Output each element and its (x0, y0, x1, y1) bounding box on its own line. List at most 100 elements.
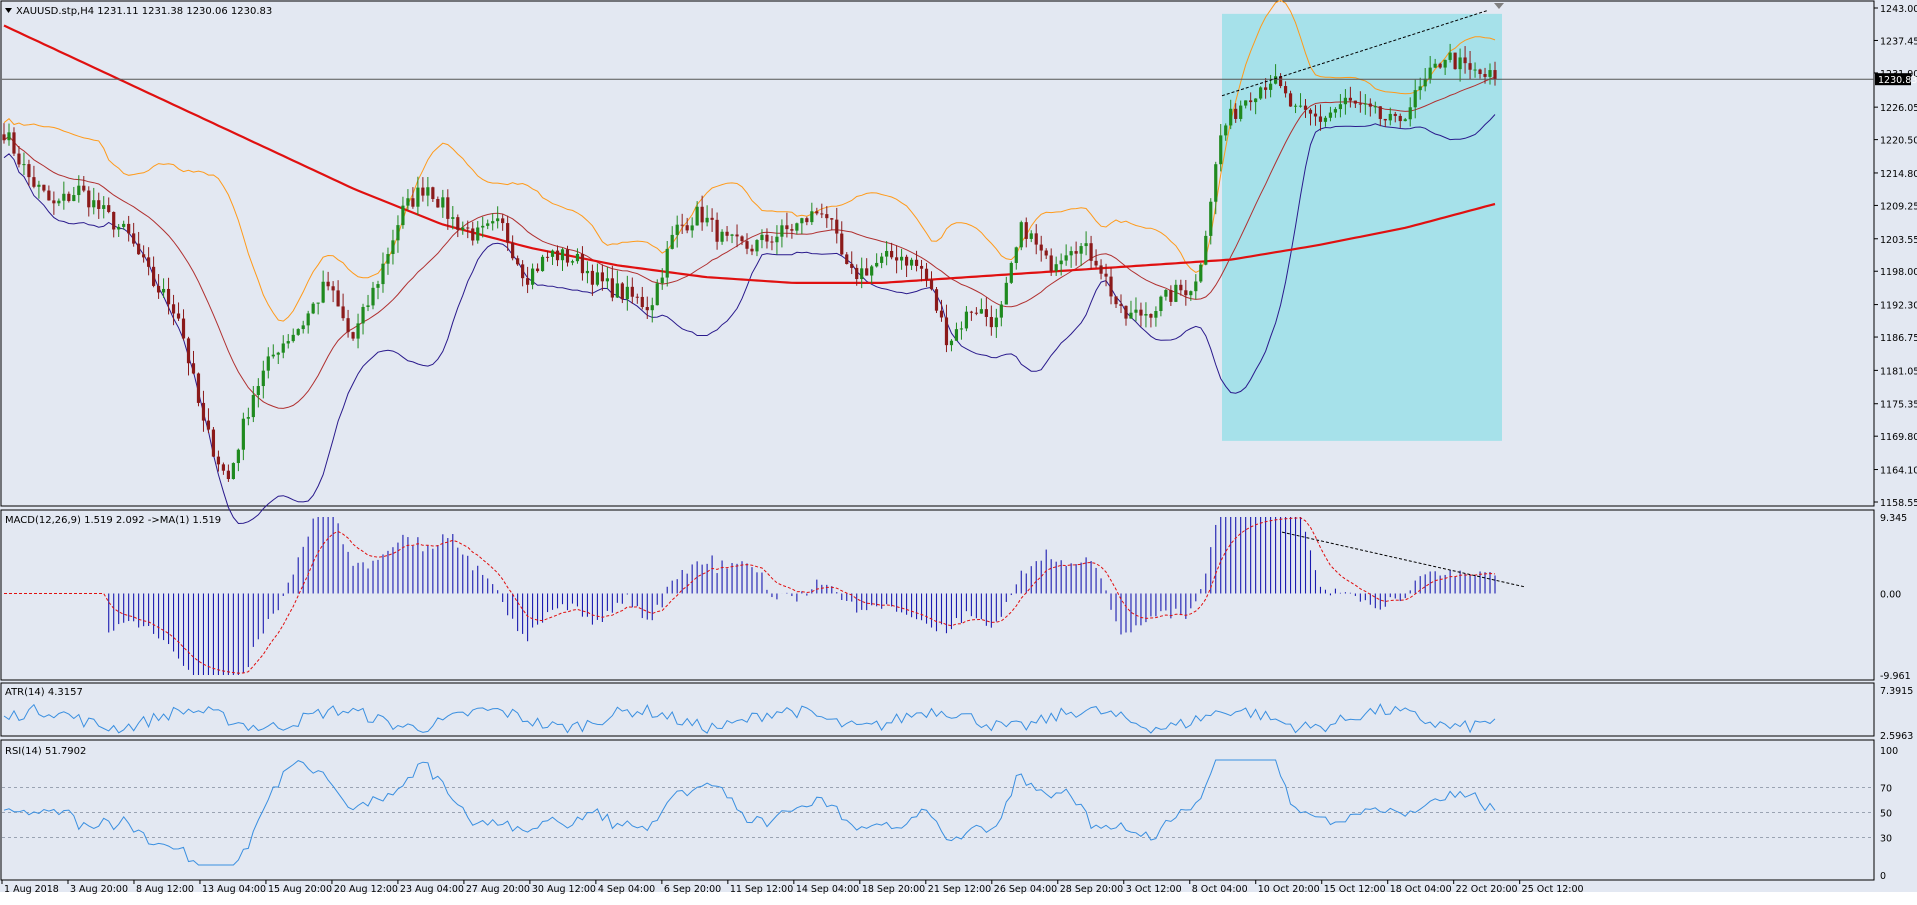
candle-body (1383, 118, 1387, 121)
candle-body (57, 200, 61, 204)
candle[interactable] (231, 462, 235, 480)
candle-body (680, 224, 684, 226)
candle-body (715, 219, 719, 242)
candle-body (545, 256, 550, 258)
candle-body (670, 234, 674, 249)
candle-body (1488, 70, 1492, 77)
candle-body (1463, 57, 1467, 64)
candle-body (1378, 106, 1382, 119)
candle-body (281, 343, 285, 353)
candle[interactable] (296, 328, 300, 336)
candle[interactable] (540, 254, 545, 272)
candle-body (181, 318, 186, 339)
candle-body (1219, 135, 1223, 165)
chart-canvas[interactable]: 1243.001237.451231.901226.051220.501214.… (0, 0, 1917, 901)
candle-body (1343, 97, 1348, 105)
candle-body (1264, 87, 1268, 90)
candle-body (675, 224, 679, 235)
candle-body (391, 240, 395, 255)
atr-header: ATR(14) 4.3157 (5, 687, 83, 698)
candle-body (276, 352, 280, 355)
rsi-tick-label: 30 (1880, 834, 1892, 845)
candle[interactable] (934, 286, 939, 314)
candle-body (999, 304, 1003, 318)
candle-body (1403, 119, 1407, 122)
candle-body (436, 199, 440, 208)
candle-body (720, 231, 724, 242)
candle-body (47, 190, 51, 201)
price-tick-label: 1237.45 (1880, 36, 1917, 47)
candle[interactable] (1453, 52, 1457, 70)
candle-body (271, 354, 275, 357)
candle-body (1089, 243, 1093, 261)
candle-body (765, 234, 769, 242)
candle[interactable] (196, 372, 201, 407)
candle-body (580, 253, 585, 274)
candle-body (1363, 103, 1367, 105)
candle-body (1239, 105, 1243, 119)
price-tick-label: 1181.05 (1880, 366, 1917, 377)
candle-body (1014, 247, 1018, 263)
candle-body (351, 332, 355, 339)
candle-body (316, 302, 320, 304)
candle-body (196, 373, 201, 403)
candle-body (959, 328, 964, 330)
macd-header: MACD(12,26,9) 1.519 2.092 ->MA(1) 1.519 (5, 515, 221, 526)
candle-body (1159, 296, 1163, 312)
candle-body (934, 289, 939, 311)
candle[interactable] (211, 427, 216, 458)
candle-body (481, 225, 485, 228)
candle-body (137, 243, 141, 255)
candle-body (640, 296, 644, 308)
candle-body (825, 214, 829, 219)
candle-body (446, 197, 450, 219)
time-tick-label: 22 Oct 20:00 (1456, 884, 1518, 895)
candle-body (1373, 106, 1377, 108)
candle-body (735, 234, 739, 237)
candle-body (845, 254, 849, 265)
candle-body (1064, 255, 1068, 261)
trading-chart[interactable]: 1243.001237.451231.901226.051220.501214.… (0, 0, 1917, 901)
candle-body (805, 218, 809, 223)
candle[interactable] (1009, 261, 1013, 284)
candle-body (1144, 314, 1148, 316)
candle-body (107, 205, 111, 212)
time-tick-label: 18 Oct 04:00 (1390, 884, 1452, 895)
candle-body (615, 283, 619, 298)
candle-body (226, 470, 230, 480)
candle-body (1283, 86, 1288, 94)
candle[interactable] (311, 302, 315, 315)
candle-body (944, 317, 949, 346)
candle-body (1433, 63, 1437, 68)
candle-body (1054, 264, 1058, 271)
candle-body (840, 233, 844, 255)
candle-body (186, 338, 191, 364)
candle-body (151, 266, 156, 286)
candle-body (346, 318, 350, 333)
candle-body (1069, 251, 1073, 256)
candle-body (296, 329, 300, 335)
candle[interactable] (1259, 86, 1263, 100)
candle-body (506, 223, 510, 243)
candle-body (700, 206, 704, 223)
candle-body (620, 283, 624, 300)
candle-body (336, 290, 340, 307)
candle-body (491, 221, 495, 224)
candle-body (1318, 116, 1323, 122)
candle-body (1029, 233, 1033, 239)
candle[interactable] (1199, 262, 1203, 283)
time-tick-label: 8 Aug 12:00 (136, 884, 194, 895)
candle-body (7, 132, 11, 141)
candle-body (441, 197, 445, 208)
candle-body (261, 370, 265, 387)
candle-body (865, 268, 869, 276)
candle-body (1428, 67, 1432, 79)
candle-body (645, 307, 649, 311)
candle-body (256, 386, 260, 396)
candle-body (1134, 309, 1138, 313)
candle-body (431, 187, 435, 200)
candle-body (286, 341, 290, 344)
price-tick-label: 1214.80 (1880, 169, 1917, 180)
candle[interactable] (1019, 220, 1023, 251)
candle-body (1149, 314, 1153, 318)
